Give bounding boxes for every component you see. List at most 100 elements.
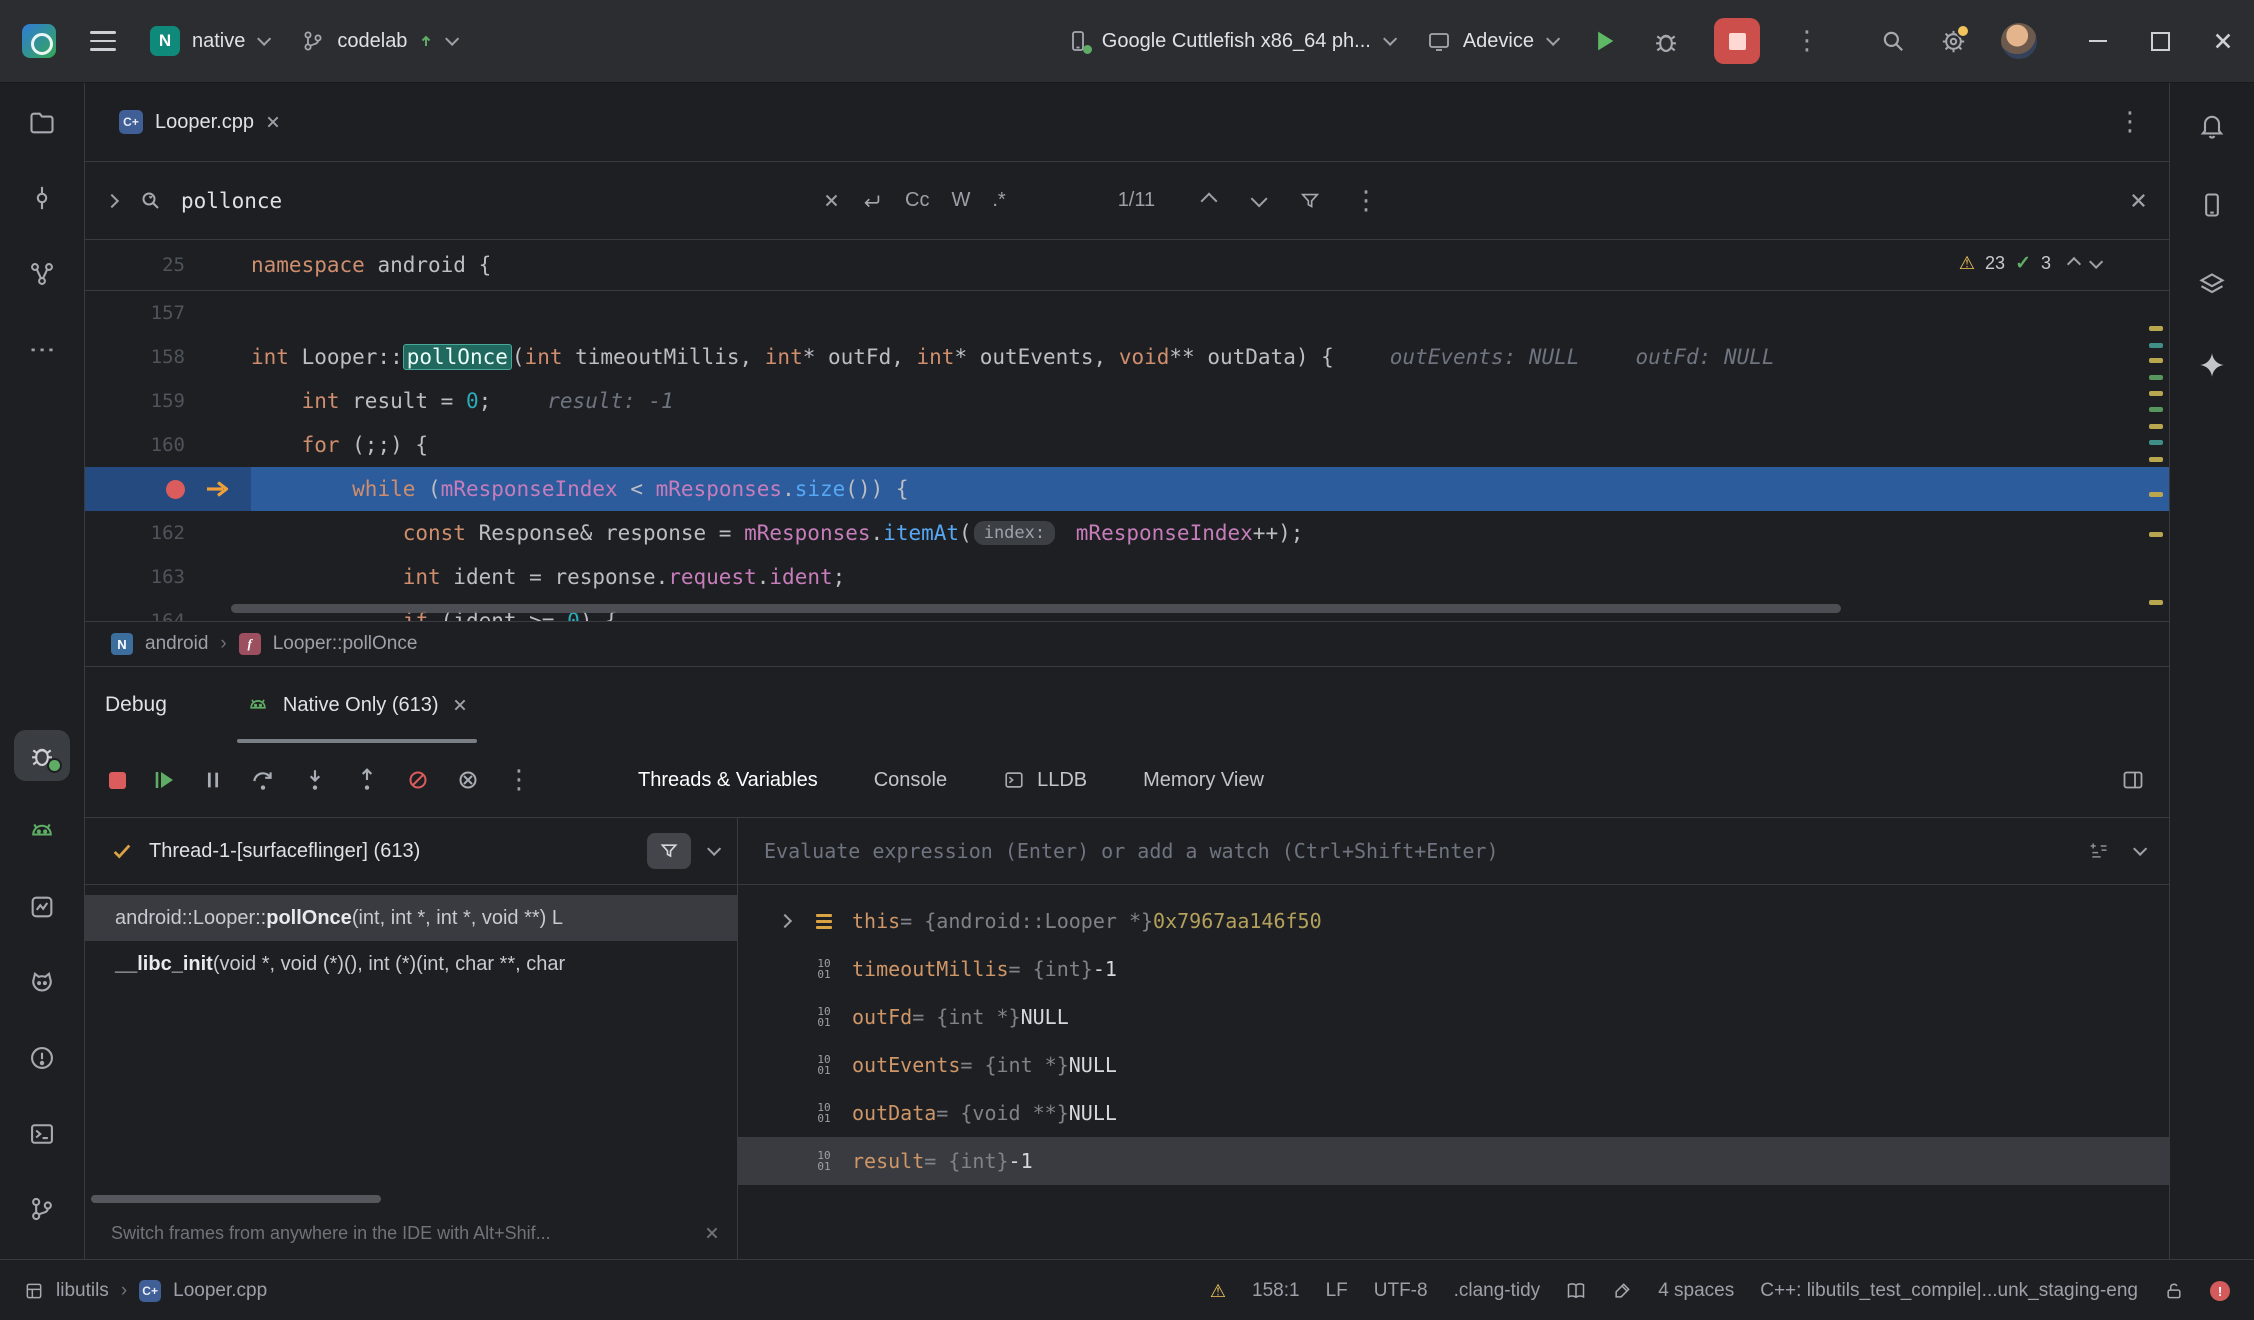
code-line[interactable]: 159 int result = 0;result: -1 (85, 379, 2169, 423)
clear-search-icon[interactable] (824, 193, 839, 208)
code-line[interactable]: 162 const Response& response = mResponse… (85, 511, 2169, 555)
code-line[interactable]: 25namespace android { (85, 240, 2169, 291)
debug-options-icon[interactable]: ⋮ (506, 767, 532, 793)
match-case-toggle[interactable]: Cc (905, 189, 929, 212)
close-session-icon[interactable] (453, 698, 467, 712)
close-button[interactable] (2214, 32, 2232, 50)
vcs-branch-selector[interactable]: codelab (301, 29, 455, 53)
variable-row[interactable]: 1001timeoutMillis = {int} -1 (738, 945, 2169, 993)
debug-session-tab[interactable]: Native Only (613) (237, 667, 477, 743)
tab-lldb[interactable]: LLDB (1003, 769, 1087, 792)
user-avatar[interactable] (2001, 23, 2037, 59)
analysis-mark[interactable] (2149, 457, 2163, 462)
pause-icon[interactable] (202, 769, 224, 791)
device-selector[interactable]: Google Cuttlefish x86_64 ph... (1066, 29, 1393, 53)
multiline-search-icon[interactable] (861, 190, 883, 212)
stack-frame-row[interactable]: __libc_init(void *, void (*)(), int (*)(… (85, 941, 737, 987)
thread-selector[interactable]: Thread-1-[surfaceflinger] (613) (85, 818, 737, 885)
add-watch-icon[interactable] (2089, 841, 2109, 861)
filter-search-icon[interactable] (1299, 190, 1321, 212)
breakpoint-icon[interactable] (166, 480, 185, 499)
sidebar-item-running-devices[interactable] (14, 805, 70, 857)
linter-status[interactable]: .clang-tidy (1454, 1280, 1541, 1302)
resume-icon[interactable] (152, 768, 176, 792)
search-input[interactable]: pollonce (181, 189, 282, 213)
code-line[interactable]: 160 for (;;) { (85, 423, 2169, 467)
analysis-marker-strip[interactable] (2147, 240, 2169, 621)
reader-mode-icon[interactable] (1566, 1281, 1586, 1301)
panel-layout-icon[interactable] (2121, 768, 2145, 792)
stack-frame-row[interactable]: android::Looper::pollOnce(int, int *, in… (85, 895, 737, 941)
analysis-mark[interactable] (2149, 375, 2163, 380)
regex-toggle[interactable]: .* (992, 189, 1005, 212)
next-occurrence-icon[interactable] (1251, 195, 1263, 207)
close-search-icon[interactable] (2130, 192, 2147, 209)
prev-problem-icon[interactable] (2067, 256, 2081, 270)
analysis-mark[interactable] (2149, 424, 2163, 429)
variable-row[interactable]: 1001outData = {void **} NULL (738, 1089, 2169, 1137)
tab-options-icon[interactable]: ⋮ (2117, 109, 2143, 135)
sidebar-item-structure[interactable] (14, 248, 70, 300)
minimize-button[interactable] (2089, 40, 2107, 43)
analysis-mark[interactable] (2149, 600, 2163, 605)
close-hint-icon[interactable] (705, 1226, 719, 1240)
code-line[interactable]: 158int Looper::pollOnce(int timeoutMilli… (85, 335, 2169, 379)
code-line[interactable]: while (mResponseIndex < mResponses.size(… (85, 467, 2169, 511)
variable-row[interactable]: 1001result = {int} -1 (738, 1137, 2169, 1185)
mute-watches-icon[interactable] (456, 768, 480, 792)
target-device-selector[interactable]: Adevice (1427, 29, 1556, 53)
step-over-icon[interactable] (250, 767, 276, 793)
close-tab-icon[interactable] (266, 115, 280, 129)
lock-icon[interactable] (2164, 1281, 2184, 1301)
analysis-mark[interactable] (2149, 492, 2163, 497)
status-file[interactable]: Looper.cpp (173, 1280, 267, 1302)
search-options-icon[interactable]: ⋮ (1353, 188, 1379, 214)
sidebar-item-version-control[interactable] (14, 1183, 70, 1235)
stop-process-icon[interactable] (109, 772, 126, 789)
tab-looper-cpp[interactable]: C+ Looper.cpp (111, 83, 288, 161)
code-editor[interactable]: 25namespace android {157158int Looper::p… (85, 240, 2169, 621)
analysis-mark[interactable] (2149, 407, 2163, 412)
analysis-mark[interactable] (2149, 343, 2163, 348)
code-line[interactable]: 163 int ident = response.request.ident; (85, 555, 2169, 599)
toolchain-info[interactable]: C++: libutils_test_compile|...unk_stagin… (1760, 1280, 2138, 1302)
thread-dropdown-icon[interactable] (707, 842, 721, 856)
words-toggle[interactable]: W (951, 189, 970, 212)
filter-frames-button[interactable] (647, 833, 691, 869)
settings-icon[interactable] (1940, 28, 1967, 55)
code-line[interactable]: 157 (85, 291, 2169, 335)
sidebar-item-gemini[interactable] (2184, 337, 2240, 393)
sidebar-item-notifications[interactable] (2184, 97, 2240, 153)
analysis-mark[interactable] (2149, 440, 2163, 445)
sidebar-item-build-variants[interactable] (2184, 257, 2240, 313)
expand-replace-icon[interactable] (105, 193, 119, 207)
status-module[interactable]: libutils (56, 1280, 109, 1302)
sidebar-item-commit[interactable] (14, 173, 70, 225)
sidebar-item-terminal[interactable] (14, 1108, 70, 1160)
sidebar-item-debug[interactable] (14, 730, 70, 782)
sidebar-item-device-manager[interactable] (2184, 177, 2240, 233)
sidebar-item-more[interactable]: ⋮ (14, 324, 70, 376)
status-warning-icon[interactable]: ⚠ (1210, 1281, 1226, 1302)
sidebar-item-problems[interactable] (14, 1032, 70, 1084)
stop-button[interactable] (1714, 18, 1760, 64)
chevron-right-icon[interactable] (778, 914, 792, 928)
mute-breakpoints-icon[interactable] (406, 768, 430, 792)
step-into-icon[interactable] (302, 767, 328, 793)
tab-threads-variables[interactable]: Threads & Variables (638, 769, 818, 792)
analysis-mark[interactable] (2149, 358, 2163, 363)
sidebar-item-app-quality-insights[interactable] (14, 881, 70, 933)
indent-setting[interactable]: 4 spaces (1658, 1280, 1734, 1302)
sidebar-item-project[interactable] (14, 97, 70, 149)
main-menu-icon[interactable] (90, 31, 116, 51)
breadcrumb-namespace[interactable]: android (145, 633, 208, 655)
code-highlighting-icon[interactable] (1612, 1281, 1632, 1301)
tab-memory-view[interactable]: Memory View (1143, 769, 1264, 792)
sidebar-item-logcat[interactable] (14, 956, 70, 1008)
frames-horizontal-scrollbar[interactable] (91, 1195, 381, 1203)
inspections-widget[interactable]: ⚠ 23 ✓ 3 (1959, 252, 2099, 275)
search-everywhere-icon[interactable] (1880, 28, 1906, 54)
project-selector[interactable]: N native (150, 26, 267, 56)
debug-icon[interactable] (1652, 27, 1680, 55)
analysis-mark[interactable] (2149, 391, 2163, 396)
